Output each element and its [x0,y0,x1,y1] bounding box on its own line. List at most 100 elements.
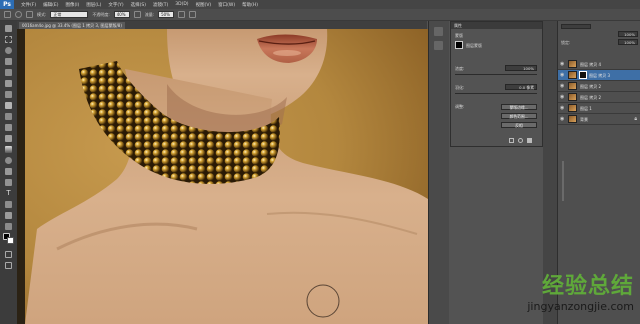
history-panel-icon[interactable] [434,27,443,36]
layer-name: 背景 [580,117,588,122]
watermark: 经验总结 jingyanzongjie.com [500,266,640,324]
delete-mask-icon[interactable] [527,138,532,143]
background-color-swatch[interactable] [7,237,14,244]
photoshop-logo: Ps [0,0,14,9]
layer-fill-field[interactable]: 100% [618,39,638,45]
screen-mode-icon[interactable] [5,262,12,269]
document-tab[interactable]: 0016am4o.jpg @ 33.4% (图层 1 拷贝 3, 图层蒙版/8) [19,22,125,29]
layer-thumbnail [568,60,577,68]
menu-image[interactable]: 图像(I) [65,2,79,8]
crop-tool-icon[interactable] [5,69,12,76]
menu-help[interactable]: 帮助(H) [242,2,258,8]
visibility-eye-icon[interactable]: ◉ [560,105,566,111]
apply-mask-icon[interactable] [518,138,523,143]
layer-row-selected[interactable]: ◉ 图层 拷贝 3 [558,70,640,81]
pressure-size-icon[interactable] [189,11,197,18]
clone-stamp-icon[interactable] [5,113,12,120]
load-selection-icon[interactable] [509,138,514,143]
layer-name: 图层 拷贝 2 [580,95,602,100]
visibility-eye-icon[interactable]: ◉ [560,61,566,67]
shape-tool-icon[interactable] [5,212,12,219]
actions-panel-icon[interactable] [434,41,443,50]
adjust-label: 调整: [455,104,465,109]
layer-name: 图层 拷贝 2 [580,84,602,89]
menu-edit[interactable]: 编辑(E) [43,2,58,8]
visibility-eye-icon[interactable]: ◉ [560,72,566,78]
tool-preset-icon[interactable] [4,11,11,18]
feather-label: 羽化: [455,85,465,90]
mask-type-label: 图层蒙版 [466,43,482,48]
visibility-eye-icon[interactable]: ◉ [560,94,566,100]
layer-mask-thumbnail[interactable] [579,71,587,79]
gradient-tool-icon[interactable] [5,146,12,153]
quick-select-tool-icon[interactable] [5,58,12,65]
layer-thumbnail [568,71,577,79]
menu-file[interactable]: 文件(F) [21,2,36,8]
menu-layer[interactable]: 图层(L) [86,2,101,8]
hand-tool-icon[interactable] [5,223,12,230]
eraser-tool-icon[interactable] [5,135,12,142]
feather-field[interactable]: 0.0 像素 [505,84,537,90]
layer-thumbnail [568,93,577,101]
layer-row[interactable]: ◉ 图层 拷贝 2 [558,92,640,103]
properties-header: 属性 [451,22,542,29]
menu-window[interactable]: 窗口(W) [218,2,235,8]
panel-scrollbar[interactable] [562,161,564,201]
path-select-icon[interactable] [5,201,12,208]
lasso-tool-icon[interactable] [5,47,12,54]
layer-thumbnail [568,104,577,112]
feather-slider[interactable] [455,93,537,94]
layer-opacity-field[interactable]: 100% [618,31,638,37]
brush-panel-icon[interactable] [26,11,33,18]
move-tool-icon[interactable] [5,25,12,32]
properties-panel: 属性 蒙版 图层蒙版 浓度: 100% 羽化: 0.0 像素 调整: 蒙版边缘.… [450,21,543,147]
invert-button[interactable]: 反相 [501,122,537,128]
document-canvas[interactable] [17,29,428,324]
mask-thumbnail-icon[interactable] [455,41,463,49]
layer-name: 图层 拷贝 4 [580,62,602,67]
lock-icon: 🔒︎ [634,116,637,122]
layer-row[interactable]: ◉ 图层 拷贝 2 [558,81,640,92]
marquee-tool-icon[interactable] [5,36,12,43]
mask-edge-button[interactable]: 蒙版边缘... [501,104,537,110]
mode-select[interactable]: 正常 [50,11,89,18]
quick-mask-icon[interactable] [5,251,12,258]
opacity-field[interactable]: 40% [113,11,130,18]
panel-dock-strip [428,21,449,324]
pen-tool-icon[interactable] [5,179,12,186]
menu-filter[interactable]: 滤镜(T) [153,2,168,8]
portrait-photo [17,29,428,324]
layer-row-background[interactable]: ◉ 背景 🔒︎ [558,114,640,125]
healing-brush-icon[interactable] [5,91,12,98]
menu-select[interactable]: 选择(S) [131,2,146,8]
layer-row[interactable]: ◉ 图层 拷贝 4 [558,59,640,70]
blur-tool-icon[interactable] [5,157,12,164]
history-brush-icon[interactable] [5,124,12,131]
density-slider[interactable] [455,74,537,75]
menu-bar: Ps 文件(F) 编辑(E) 图像(I) 图层(L) 文字(Y) 选择(S) 滤… [0,0,640,9]
density-label: 浓度: [455,66,465,71]
dodge-tool-icon[interactable] [5,168,12,175]
tools-panel: T [0,21,18,324]
color-range-button[interactable]: 颜色范围... [501,113,537,119]
flow-field[interactable]: 50% [158,11,175,18]
type-tool-icon[interactable]: T [5,190,12,197]
eyedropper-tool-icon[interactable] [5,80,12,87]
menu-type[interactable]: 文字(Y) [108,2,123,8]
layer-thumbnail [568,115,577,123]
brush-size-icon[interactable] [15,11,22,18]
layer-row[interactable]: ◉ 图层 1 [558,103,640,114]
pressure-opacity-icon[interactable] [133,11,141,18]
visibility-eye-icon[interactable]: ◉ [560,83,566,89]
visibility-eye-icon[interactable]: ◉ [560,116,566,122]
density-field[interactable]: 100% [505,65,537,71]
menu-3d[interactable]: 3D(D) [175,2,188,7]
watermark-title: 经验总结 [541,274,634,299]
options-bar: 模式: 正常 不透明度: 40% 流量: 50% [0,9,640,21]
mask-section-label: 蒙版 [455,33,463,38]
airbrush-icon[interactable] [178,11,186,18]
layer-filter-select[interactable] [561,24,591,29]
brush-tool-icon[interactable] [5,102,12,109]
menu-view[interactable]: 视图(V) [196,2,212,8]
mode-label: 模式: [37,11,47,17]
